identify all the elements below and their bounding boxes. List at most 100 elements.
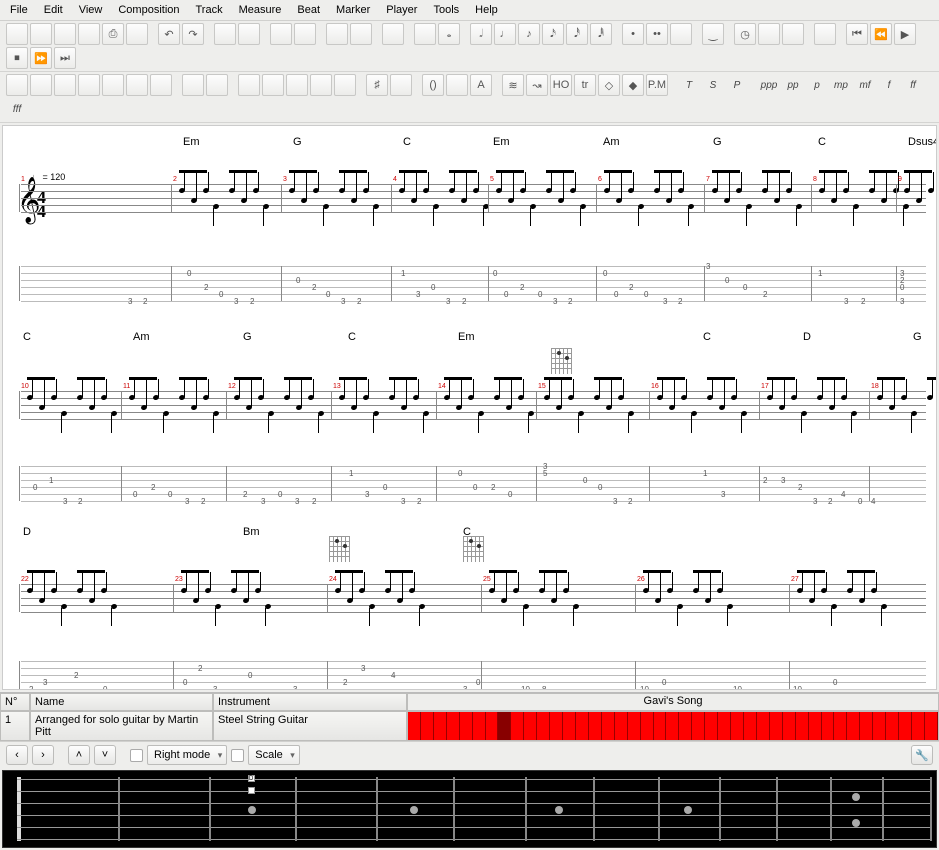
tool-pp[interactable]: pp: [782, 74, 804, 96]
tool-count[interactable]: [758, 23, 780, 45]
tool-cl4[interactable]: [78, 74, 100, 96]
tool-first[interactable]: ⏮: [846, 23, 868, 45]
string[interactable]: [17, 839, 930, 840]
measure-block[interactable]: [834, 712, 847, 740]
tab-fret[interactable]: 0: [458, 469, 462, 478]
tab-fret[interactable]: 3: [463, 685, 467, 690]
menu-beat[interactable]: Beat: [291, 2, 326, 18]
tool-oc[interactable]: (): [422, 74, 444, 96]
menu-measure[interactable]: Measure: [233, 2, 288, 18]
tab-fret[interactable]: 3: [706, 262, 710, 271]
measure-block[interactable]: [860, 712, 873, 740]
measure-block[interactable]: [718, 712, 731, 740]
tab-fret[interactable]: 3: [361, 664, 365, 673]
tool-metronome[interactable]: ◷: [734, 23, 756, 45]
tool-cl7[interactable]: [150, 74, 172, 96]
measure-block[interactable]: [641, 712, 654, 740]
tool-open[interactable]: [30, 23, 52, 45]
tab-fret[interactable]: 2: [74, 671, 78, 680]
measure-block[interactable]: [757, 712, 770, 740]
tool-P[interactable]: P: [726, 74, 748, 96]
tab-fret[interactable]: 1: [49, 476, 53, 485]
tab-fret[interactable]: 3: [185, 497, 189, 506]
tab-fret[interactable]: 0: [103, 685, 107, 690]
settings-button[interactable]: 🔧: [911, 745, 933, 765]
tab-fret[interactable]: 0: [662, 678, 666, 687]
tab-fret[interactable]: 3: [293, 685, 297, 690]
tool-play-opts[interactable]: [382, 23, 404, 45]
tool-n3[interactable]: [286, 74, 308, 96]
col-header-instrument[interactable]: Instrument: [213, 693, 407, 711]
tool-layout[interactable]: [350, 23, 372, 45]
tab-fret[interactable]: 0: [725, 276, 729, 285]
tab-fret[interactable]: 0: [168, 490, 172, 499]
tool-save-as[interactable]: [78, 23, 100, 45]
measure-block[interactable]: [744, 712, 757, 740]
tab-fret[interactable]: 2: [462, 297, 466, 306]
tool-cl6[interactable]: [126, 74, 148, 96]
tool-pointer[interactable]: [270, 23, 292, 45]
tool-ddot[interactable]: ••: [646, 23, 668, 45]
tab-fret[interactable]: 3: [781, 476, 785, 485]
tab-fret[interactable]: 2: [763, 476, 767, 485]
tool-n2[interactable]: [262, 74, 284, 96]
tool-text[interactable]: [390, 74, 412, 96]
note-marker[interactable]: [248, 787, 255, 794]
tool-tie[interactable]: ‿: [702, 23, 724, 45]
tab-fret[interactable]: 0: [296, 276, 300, 285]
tab-fret[interactable]: 2: [628, 497, 632, 506]
note-marker[interactable]: D: [248, 775, 255, 782]
menu-track[interactable]: Track: [190, 2, 229, 18]
tab-fret[interactable]: 0: [504, 290, 508, 299]
tool-mf[interactable]: mf: [854, 74, 876, 96]
measure-block[interactable]: [809, 712, 822, 740]
tab-fret[interactable]: 2: [243, 490, 247, 499]
tool-n-8[interactable]: ♪: [518, 23, 540, 45]
tab-fret[interactable]: 2: [798, 483, 802, 492]
tab-fret[interactable]: 0: [900, 283, 904, 292]
tab-fret[interactable]: 10: [521, 685, 530, 690]
tool-pm[interactable]: P.M: [646, 74, 668, 96]
tool-cl2[interactable]: [30, 74, 52, 96]
score-view[interactable]: ♩ = 120 𝄞 4 4 EmGCEmAmGCDsus412345678932…: [2, 125, 937, 690]
measure-block[interactable]: [447, 712, 460, 740]
measure-block[interactable]: [615, 712, 628, 740]
tab-fret[interactable]: 2: [417, 497, 421, 506]
measure-block[interactable]: [925, 712, 938, 740]
measure-block[interactable]: [654, 712, 667, 740]
tab-fret[interactable]: 3: [401, 497, 405, 506]
menu-player[interactable]: Player: [380, 2, 423, 18]
tool-harm[interactable]: ◇: [598, 74, 620, 96]
tab-fret[interactable]: 1: [818, 269, 822, 278]
tab-fret[interactable]: 3: [128, 297, 132, 306]
tool-ff[interactable]: ff: [902, 74, 924, 96]
tool-n-16[interactable]: 𝅘𝅥𝅯: [542, 23, 564, 45]
tab-fret[interactable]: 0: [614, 290, 618, 299]
tab-fret[interactable]: 0: [858, 497, 862, 506]
tab-fret[interactable]: 2: [151, 483, 155, 492]
tool-n1[interactable]: [238, 74, 260, 96]
tool-undo[interactable]: ↶: [158, 23, 180, 45]
tool-mode2[interactable]: [238, 23, 260, 45]
tool-n-64[interactable]: 𝅘𝅥𝅱: [590, 23, 612, 45]
tab-fret[interactable]: 2: [629, 283, 633, 292]
measure-block[interactable]: [421, 712, 434, 740]
measure-block[interactable]: [796, 712, 809, 740]
measure-block[interactable]: [524, 712, 537, 740]
tab-fret[interactable]: 0: [476, 678, 480, 687]
tab-fret[interactable]: 10: [793, 685, 802, 690]
measure-block[interactable]: [408, 712, 421, 740]
tool-cl1[interactable]: [6, 74, 28, 96]
tab-fret[interactable]: 3: [365, 490, 369, 499]
tool-time[interactable]: [206, 74, 228, 96]
tab-fret[interactable]: 2: [763, 290, 767, 299]
tool-ho[interactable]: HO: [550, 74, 572, 96]
tab-fret[interactable]: 3: [813, 497, 817, 506]
tab-fret[interactable]: 1: [703, 469, 707, 478]
measure-block[interactable]: [770, 712, 783, 740]
tool-tr[interactable]: tr: [574, 74, 596, 96]
tab-fret[interactable]: 3: [63, 497, 67, 506]
tab-fret[interactable]: 2: [491, 483, 495, 492]
tool-T[interactable]: T: [678, 74, 700, 96]
track-row[interactable]: 1 Arranged for solo guitar by Martin Pit…: [0, 711, 939, 741]
